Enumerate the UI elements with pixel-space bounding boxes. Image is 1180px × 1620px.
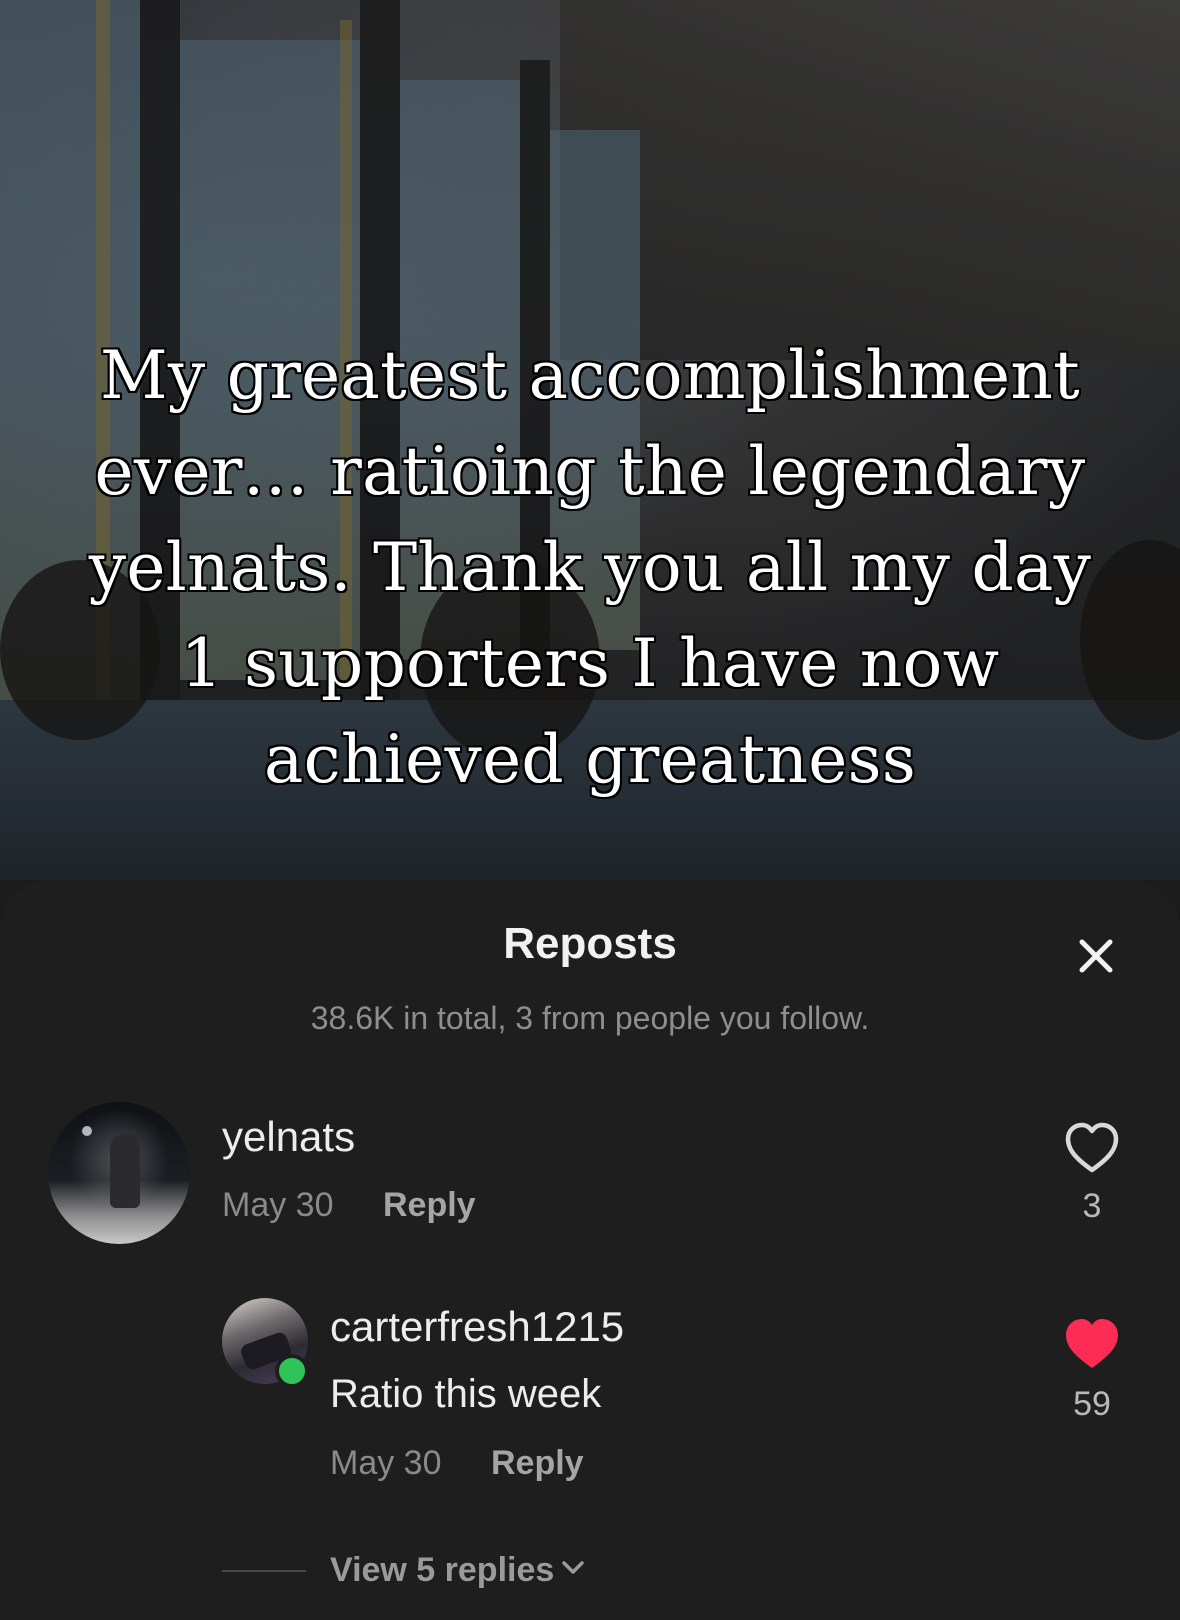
avatar[interactable] [48, 1102, 190, 1244]
close-icon [1079, 939, 1113, 973]
view-replies-label: View 5 replies [330, 1551, 555, 1589]
reposts-sheet: Reposts 38.6K in total, 3 from people yo… [0, 880, 1180, 1620]
like-button[interactable] [1060, 1312, 1124, 1376]
like-count: 3 [1082, 1187, 1102, 1225]
reply-text: Ratio this week [330, 1372, 602, 1416]
replies-divider [222, 1570, 306, 1572]
comment-username[interactable]: yelnats [222, 1112, 355, 1162]
reply-date: May 30 [330, 1444, 442, 1482]
comment-date: May 30 [222, 1186, 334, 1224]
sheet-title: Reposts [503, 919, 677, 968]
close-button[interactable] [1070, 930, 1122, 982]
heart-outline-icon [1065, 1122, 1119, 1173]
online-status-dot [275, 1354, 309, 1388]
chevron-down-icon [558, 1550, 588, 1594]
reply-button[interactable]: Reply [491, 1442, 584, 1484]
reposts-summary: 38.6K in total, 3 from people you follow… [310, 1000, 870, 1036]
post-caption: My greatest accomplishment ever… ratioin… [88, 337, 1092, 798]
like-button[interactable] [1060, 1116, 1124, 1180]
heart-filled-icon [1066, 1319, 1118, 1368]
like-count: 59 [1073, 1385, 1111, 1423]
view-replies-button[interactable]: View 5 replies [330, 1548, 588, 1594]
reply-username[interactable]: carterfresh1215 [330, 1302, 624, 1352]
reply-button[interactable]: Reply [383, 1184, 476, 1226]
